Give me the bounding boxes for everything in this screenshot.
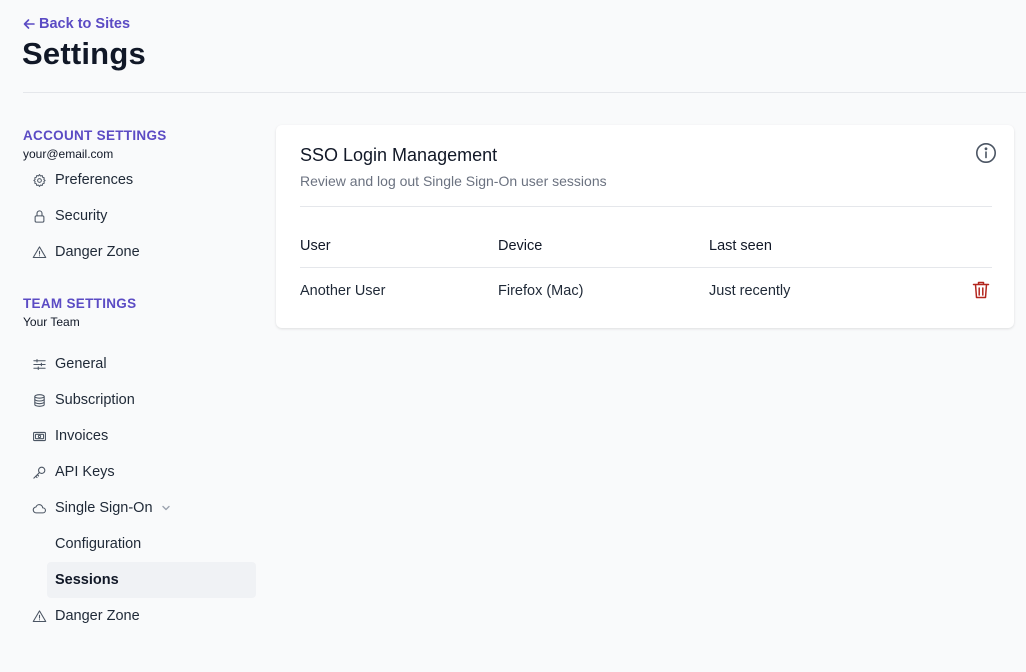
sidebar-item-invoices[interactable]: Invoices — [23, 418, 256, 454]
back-link-label: Back to Sites — [39, 16, 131, 32]
header-divider — [23, 92, 1026, 93]
sidebar-item-label: Invoices — [55, 428, 109, 444]
account-email: your@email.com — [23, 147, 114, 161]
sidebar-item-label: Preferences — [55, 172, 134, 188]
sidebar-subitem-sessions[interactable]: Sessions — [47, 562, 256, 598]
warning-icon — [31, 244, 47, 260]
sliders-icon — [31, 356, 47, 372]
card-title: SSO Login Management — [300, 145, 498, 165]
sidebar-item-label: Danger Zone — [55, 608, 140, 624]
sidebar-item-subscription[interactable]: Subscription — [23, 382, 256, 418]
lock-icon — [31, 208, 47, 224]
column-header-user: User — [300, 238, 331, 254]
cell-last-seen: Just recently — [709, 283, 791, 299]
database-icon — [31, 392, 47, 408]
cell-user: Another User — [300, 283, 386, 299]
sidebar-item-preferences[interactable]: Preferences — [23, 162, 256, 198]
sidebar-item-team-danger-zone[interactable]: Danger Zone — [23, 598, 256, 634]
team-name: Your Team — [23, 315, 80, 329]
card-header-divider — [300, 206, 992, 207]
team-settings-heading: TEAM SETTINGS — [23, 296, 137, 311]
sidebar-item-label: General — [55, 356, 107, 372]
card-subtitle: Review and log out Single Sign-On user s… — [300, 173, 607, 189]
sidebar-item-label: Security — [55, 208, 108, 224]
arrow-left-icon — [23, 19, 35, 29]
banknote-icon — [31, 428, 47, 444]
chevron-down-icon[interactable] — [161, 503, 171, 513]
sidebar-item-general[interactable]: General — [23, 346, 256, 382]
table-header-divider — [300, 267, 992, 268]
gear-icon — [31, 172, 47, 188]
account-settings-heading: ACCOUNT SETTINGS — [23, 128, 167, 143]
sidebar-item-label: Subscription — [55, 392, 135, 408]
sidebar-item-security[interactable]: Security — [23, 198, 256, 234]
warning-icon — [31, 608, 47, 624]
trash-icon[interactable] — [972, 280, 990, 300]
settings-page: Back to Sites Settings ACCOUNT SETTINGS … — [0, 0, 1026, 672]
sidebar-item-single-sign-on[interactable]: Single Sign-On — [23, 490, 256, 526]
back-to-sites-link[interactable]: Back to Sites — [23, 16, 130, 32]
column-header-device: Device — [498, 238, 543, 254]
page-title: Settings — [22, 36, 146, 71]
cell-device: Firefox (Mac) — [498, 283, 584, 299]
sidebar-subitem-configuration[interactable]: Configuration — [47, 526, 256, 562]
sso-sessions-card: SSO Login Management Review and log out … — [276, 125, 1014, 328]
sidebar-item-label: API Keys — [55, 464, 115, 480]
sidebar-item-label: Danger Zone — [55, 244, 140, 260]
key-icon — [31, 464, 47, 480]
column-header-last-seen: Last seen — [709, 238, 772, 254]
cloud-icon — [31, 500, 47, 516]
sidebar-item-label: Single Sign-On — [55, 500, 153, 516]
sidebar-item-api-keys[interactable]: API Keys — [23, 454, 256, 490]
sidebar-item-account-danger-zone[interactable]: Danger Zone — [23, 234, 256, 270]
info-icon[interactable] — [975, 142, 997, 164]
